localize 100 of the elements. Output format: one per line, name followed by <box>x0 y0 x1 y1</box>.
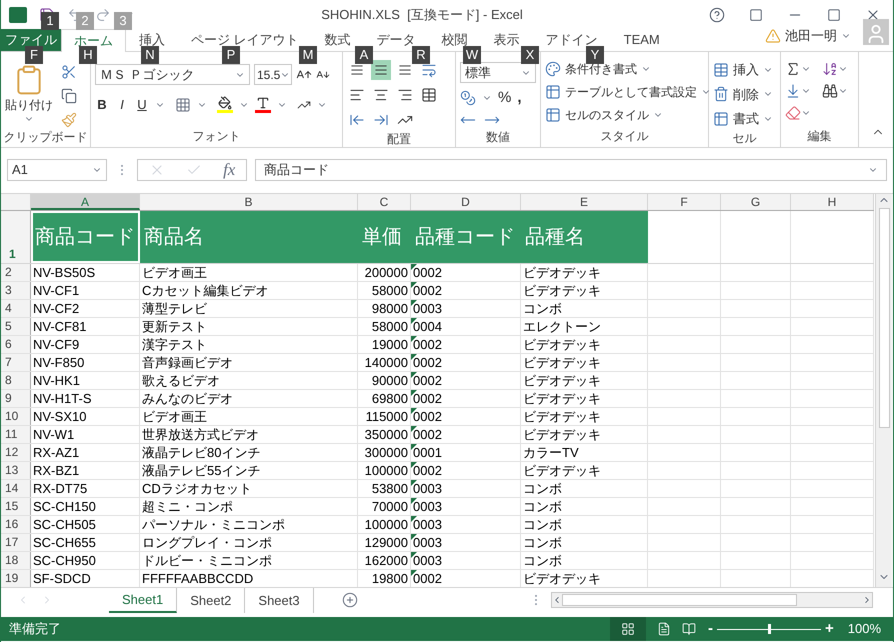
formula-field[interactable]: 商品コード <box>255 159 887 181</box>
sheet-tab[interactable]: Sheet2 <box>177 588 246 613</box>
new-sheet-icon[interactable] <box>342 592 358 608</box>
cell-style-icon[interactable] <box>545 107 561 123</box>
zoom-slider[interactable] <box>716 623 821 635</box>
zoom-out-button[interactable]: - <box>708 618 713 640</box>
table-cell: コンボ <box>521 498 648 515</box>
align-middle-icon <box>398 63 412 77</box>
row-header[interactable]: 1 <box>1 211 31 263</box>
find-icon[interactable] <box>822 83 838 99</box>
row-header[interactable]: 3 <box>1 282 31 299</box>
scissors-icon[interactable] <box>61 64 77 80</box>
column-header[interactable]: G <box>721 194 791 210</box>
user-name[interactable]: 池田一明 <box>785 26 837 46</box>
help-icon[interactable] <box>709 7 725 23</box>
italic-button[interactable]: I <box>115 95 129 114</box>
style-command[interactable]: セルのスタイル <box>565 106 649 124</box>
normal-view-icon[interactable] <box>620 622 635 636</box>
row-header[interactable]: 2 <box>1 264 31 281</box>
currency-icon[interactable] <box>460 90 476 106</box>
column-header[interactable]: E <box>521 194 648 210</box>
table-cell: 58000 <box>358 318 411 335</box>
table-cell: RX-AZ1 <box>31 444 140 461</box>
row-header[interactable]: 12 <box>1 444 31 461</box>
page-layout-icon[interactable] <box>656 622 671 636</box>
font-name-field[interactable]: ＭＳ Ｐゴシック <box>95 64 250 85</box>
column-header[interactable]: D <box>411 194 521 210</box>
zoom-level[interactable]: 100% <box>848 619 881 639</box>
align-left-icon[interactable] <box>349 87 365 103</box>
font-color-icon[interactable] <box>255 96 271 114</box>
ribbon-display-icon[interactable] <box>749 8 763 22</box>
zoom-thumb[interactable] <box>768 624 771 634</box>
vertical-scrollbar[interactable] <box>875 194 892 587</box>
conditional-format-icon[interactable] <box>545 61 561 77</box>
file-tab[interactable]: ファイル <box>1 29 61 51</box>
row-header[interactable]: 4 <box>1 300 31 317</box>
fill-color-icon[interactable] <box>217 96 233 114</box>
row-header[interactable]: 11 <box>1 426 31 443</box>
row-header[interactable]: 19 <box>1 570 31 587</box>
percent-button[interactable]: % <box>498 87 512 110</box>
comma-button[interactable]: , <box>517 87 522 110</box>
align-right-icon[interactable] <box>397 87 413 103</box>
cells-command[interactable]: 削除 <box>733 84 759 104</box>
row-header[interactable]: 8 <box>1 372 31 389</box>
sheet-tab[interactable]: Sheet1 <box>109 588 178 613</box>
row-header[interactable]: 14 <box>1 480 31 497</box>
column-header[interactable]: H <box>791 194 874 210</box>
row-header[interactable]: 18 <box>1 552 31 569</box>
column-header[interactable]: C <box>358 194 411 210</box>
column-header[interactable]: B <box>140 194 358 210</box>
vertical-align-button[interactable] <box>371 60 391 80</box>
horizontal-scrollbar[interactable] <box>551 592 873 608</box>
row-header[interactable]: 16 <box>1 516 31 533</box>
table-cell: ビデオデッキ <box>521 372 648 389</box>
name-box[interactable]: A1 <box>7 159 107 181</box>
wrap-text-icon[interactable] <box>421 62 437 78</box>
row-header[interactable]: 5 <box>1 318 31 335</box>
ribbon-tab[interactable]: TEAM <box>610 29 673 51</box>
outdent-icon[interactable] <box>349 112 365 128</box>
table-cell: NV-HK1 <box>31 372 140 389</box>
bold-button[interactable]: B <box>95 95 109 114</box>
cells-command[interactable]: 書式 <box>733 109 759 128</box>
row-header[interactable]: 10 <box>1 408 31 425</box>
row-header[interactable]: 9 <box>1 390 31 407</box>
merge-icon[interactable] <box>421 87 437 103</box>
style-command[interactable]: テーブルとして書式設定 <box>565 83 697 101</box>
row-header[interactable]: 13 <box>1 462 31 479</box>
eraser-icon[interactable] <box>785 105 801 121</box>
sheet-tab[interactable]: Sheet3 <box>245 588 314 613</box>
copy-icon[interactable] <box>61 88 77 104</box>
row-header[interactable]: 7 <box>1 354 31 371</box>
zoom-in-button[interactable]: + <box>824 618 834 640</box>
maximize-icon[interactable] <box>827 8 841 22</box>
font-size-field[interactable]: 15.5 <box>254 64 292 85</box>
column-header[interactable]: F <box>648 194 721 210</box>
column-header[interactable]: A <box>31 194 140 210</box>
underline-button[interactable]: U <box>135 95 149 114</box>
align-center-icon[interactable] <box>373 87 389 103</box>
paste-button[interactable]: 貼り付け <box>5 96 53 114</box>
borders-icon[interactable] <box>175 96 191 113</box>
format-cells-icon[interactable] <box>713 110 729 127</box>
table-cell: 100000 <box>358 516 411 533</box>
sort-filter-icon[interactable] <box>822 61 838 77</box>
table-cell: 0002 <box>411 408 521 425</box>
table-cell: 0002 <box>411 336 521 353</box>
row-header[interactable]: 17 <box>1 534 31 551</box>
row-header[interactable]: 15 <box>1 498 31 515</box>
insert-function-button[interactable]: fx <box>223 157 236 183</box>
fill-icon[interactable] <box>785 83 801 99</box>
redo-icon[interactable] <box>95 7 111 23</box>
table-cell: NV-CF1 <box>31 282 140 299</box>
cells-command[interactable]: 挿入 <box>733 60 759 80</box>
table-format-icon[interactable] <box>545 84 561 100</box>
page-break-icon[interactable] <box>682 622 696 636</box>
indent-icon[interactable] <box>373 112 389 128</box>
row-header[interactable]: 6 <box>1 336 31 353</box>
delete-cells-icon[interactable] <box>713 86 729 102</box>
number-format-field[interactable]: 標準 <box>460 62 536 83</box>
insert-cells-icon[interactable] <box>713 62 729 78</box>
keytip-tooltip: 1 <box>41 12 59 30</box>
